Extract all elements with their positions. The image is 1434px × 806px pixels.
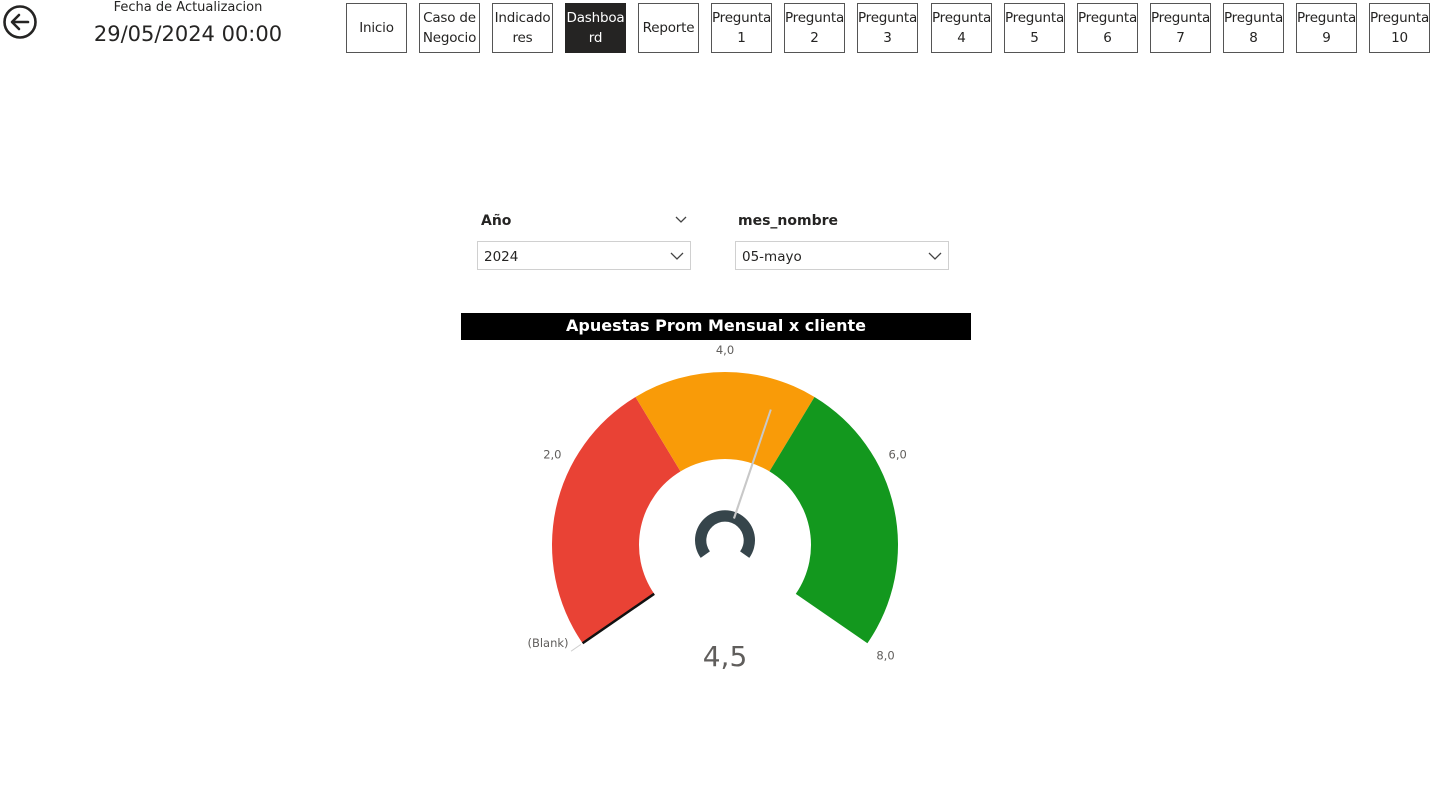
gauge-min-label: (Blank) — [527, 636, 568, 650]
gauge-chart: (Blank) 2,0 4,0 6,0 8,0 4,5 — [527, 343, 907, 673]
gauge-value: 4,5 — [703, 640, 748, 673]
gauge-min-tick — [570, 643, 582, 652]
gauge-tick-label: 2,0 — [543, 447, 561, 461]
gauge-tick-label: 8,0 — [876, 649, 894, 663]
gauge-tick-label: 4,0 — [716, 343, 734, 357]
gauge-tick-label: 6,0 — [889, 447, 907, 461]
gauge-hub — [695, 510, 756, 558]
